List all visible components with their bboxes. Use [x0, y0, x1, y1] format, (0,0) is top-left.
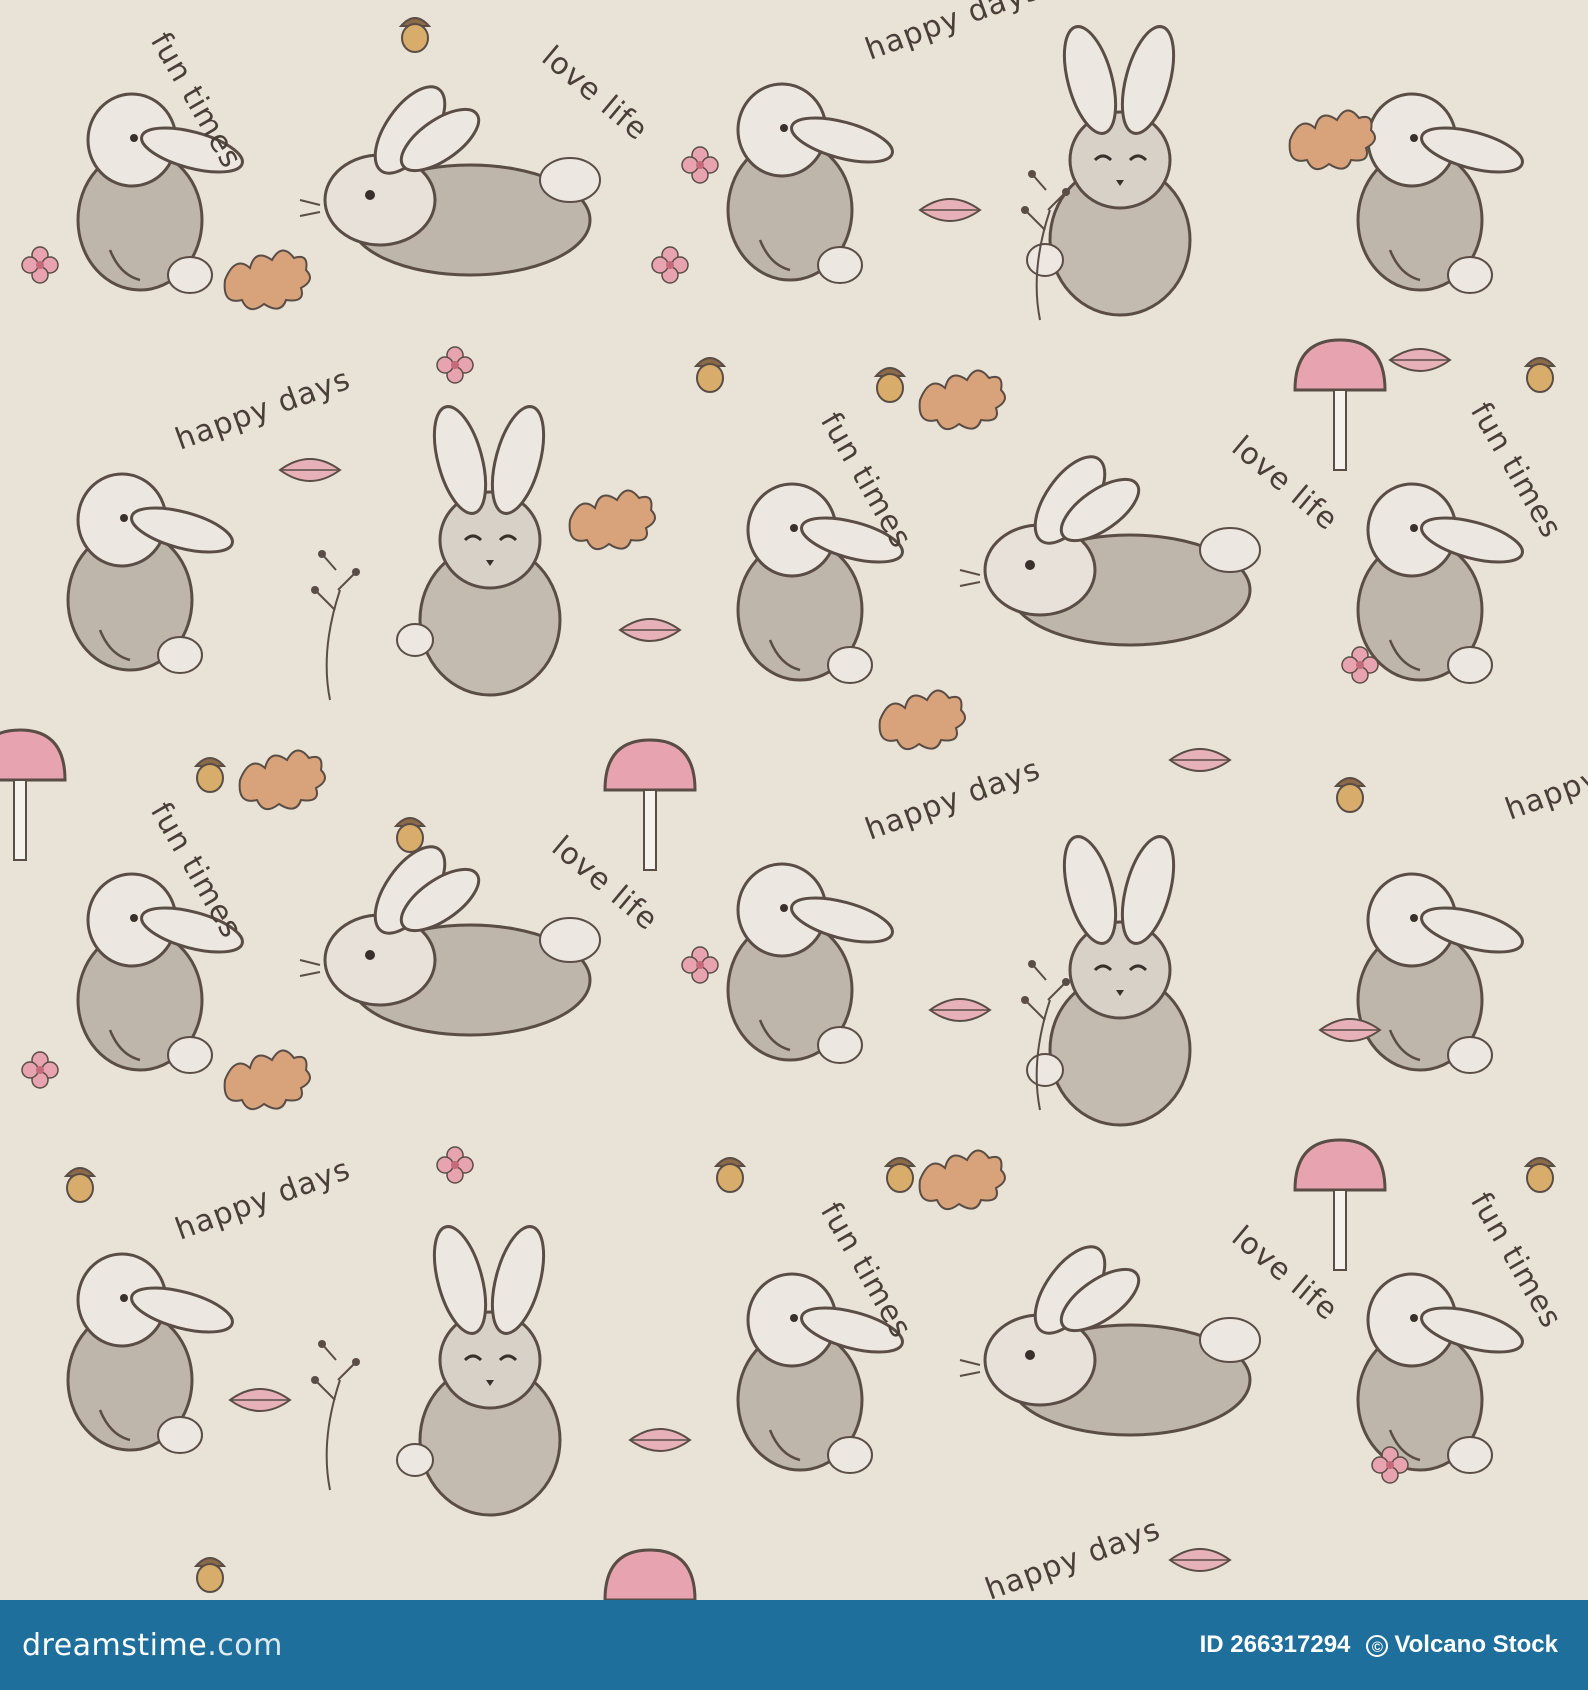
logo-name: dreamstime	[22, 1627, 208, 1663]
slogan-happy-days: happy days	[861, 0, 1045, 68]
bunny-icon	[1356, 872, 1529, 1075]
acorn-icon	[195, 1557, 225, 1593]
slogan-happy-days: happy days	[861, 752, 1045, 848]
slogan-happy-days: happy days	[1501, 732, 1588, 828]
leaf-icon	[1169, 1548, 1231, 1572]
bunny-icon	[726, 862, 899, 1065]
leaf-icon	[238, 749, 326, 811]
acorn-icon	[65, 1167, 95, 1203]
berry-sprig-icon	[310, 549, 361, 701]
leaf-icon	[878, 689, 966, 751]
image-id: ID 266317294	[1199, 1631, 1351, 1658]
flower-icon	[21, 246, 59, 284]
slogan-love-life: love life	[535, 39, 655, 148]
bunny-icon	[958, 1233, 1262, 1437]
acorn-icon	[1525, 1157, 1555, 1193]
logo-tld: .com	[207, 1627, 283, 1663]
leaf-icon	[918, 1149, 1006, 1211]
acorn-icon	[715, 1157, 745, 1193]
leaf-icon	[918, 369, 1006, 431]
slogan-happy-days: happy days	[171, 362, 355, 458]
slogan-love-life: love life	[1225, 1219, 1345, 1328]
leaf-icon	[1169, 748, 1231, 772]
bunny-icon	[395, 399, 562, 697]
slogan-happy-days: happy days	[171, 1152, 355, 1248]
mushroom-icon	[1293, 1138, 1387, 1272]
leaf-icon	[279, 458, 341, 482]
mushroom-icon	[603, 1548, 697, 1600]
bunny-icon	[66, 1252, 239, 1455]
acorn-icon	[400, 17, 430, 53]
bunny-icon	[726, 82, 899, 285]
flower-icon	[21, 1051, 59, 1089]
credit-name: Volcano Stock	[1394, 1631, 1558, 1658]
bunny-icon	[1356, 482, 1529, 685]
dreamstime-logo[interactable]: dreamstime.com	[22, 1628, 283, 1663]
mushroom-icon	[0, 728, 67, 862]
acorn-icon	[875, 367, 905, 403]
image-meta: ID 266317294 © Volcano Stock	[1200, 1631, 1558, 1659]
acorn-icon	[885, 1157, 915, 1193]
credit: © Volcano Stock	[1366, 1631, 1558, 1659]
bunny-icon	[298, 73, 602, 277]
bunny-icon	[1025, 829, 1192, 1127]
bunny-icon	[1356, 1272, 1529, 1475]
flower-icon	[681, 946, 719, 984]
acorn-icon	[695, 357, 725, 393]
leaf-icon	[1288, 109, 1376, 171]
bunny-icon	[298, 833, 602, 1037]
mushroom-icon	[1293, 338, 1387, 472]
pattern-canvas: fun times love life happy days happy day…	[0, 0, 1588, 1600]
mushroom-icon	[603, 738, 697, 872]
bunny-icon	[395, 1219, 562, 1517]
acorn-icon	[1335, 777, 1365, 813]
acorn-icon	[1525, 357, 1555, 393]
berry-sprig-icon	[310, 1339, 361, 1491]
bunny-icon	[1356, 92, 1529, 295]
leaf-icon	[568, 489, 656, 551]
leaf-icon	[929, 998, 991, 1022]
copyright-icon: ©	[1366, 1635, 1389, 1657]
leaf-icon	[229, 1388, 291, 1412]
leaf-icon	[619, 618, 681, 642]
leaf-icon	[223, 249, 311, 311]
flower-icon	[651, 246, 689, 284]
leaf-icon	[223, 1049, 311, 1111]
acorn-icon	[195, 757, 225, 793]
bunny-icon	[66, 472, 239, 675]
flower-icon	[436, 346, 474, 384]
slogan-happy-days: happy days	[981, 1512, 1165, 1600]
leaf-icon	[629, 1428, 691, 1452]
bunny-icon	[958, 443, 1262, 647]
pattern-artwork: fun times love life happy days happy day…	[0, 0, 1588, 1600]
flower-icon	[681, 146, 719, 184]
flower-icon	[436, 1146, 474, 1184]
watermark-footer-bar: dreamstime.com ID 266317294 © Volcano Sto…	[0, 1600, 1588, 1690]
acorn-icon	[395, 817, 425, 853]
slogan-love-life: love life	[1225, 429, 1345, 538]
bunny-icon	[1025, 19, 1192, 317]
leaf-icon	[919, 198, 981, 222]
leaf-icon	[1389, 348, 1451, 372]
